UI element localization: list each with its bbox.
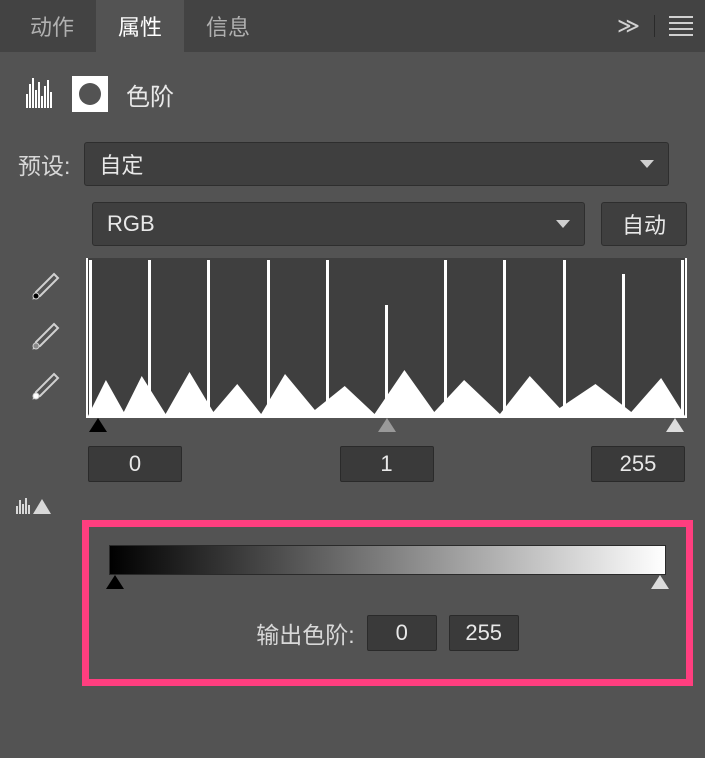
input-slider[interactable] (86, 420, 687, 436)
output-label: 输出色阶: (256, 616, 354, 650)
preset-label: 预设: (18, 147, 70, 181)
levels-icon[interactable] (18, 76, 60, 112)
output-row: 输出色阶: (109, 615, 666, 651)
white-eyedropper-icon[interactable] (26, 370, 62, 406)
tab-info[interactable]: 信息 (184, 0, 272, 56)
auto-button[interactable]: 自动 (601, 202, 687, 246)
input-values (86, 446, 687, 482)
histogram-warning-icon[interactable] (16, 492, 64, 514)
more-chevrons-icon[interactable]: ≫ (617, 13, 640, 39)
channel-row: RGB 自动 (0, 194, 705, 254)
tab-properties[interactable]: 属性 (96, 0, 184, 56)
white-point-input[interactable] (591, 446, 685, 482)
output-white-input[interactable] (449, 615, 519, 651)
output-black-input[interactable] (367, 615, 437, 651)
output-levels-highlight: 输出色阶: (82, 520, 693, 686)
histogram-wrap (86, 258, 687, 482)
layer-mask-icon[interactable] (72, 76, 108, 112)
tab-bar-right: ≫ (617, 13, 693, 39)
panel-menu-icon[interactable] (669, 16, 693, 36)
channel-value: RGB (107, 211, 155, 237)
levels-panel: 色阶 预设: 自定 RGB 自动 (0, 52, 705, 686)
white-point-handle[interactable] (666, 418, 684, 434)
tab-bar: 动作 属性 信息 ≫ (0, 0, 705, 52)
output-gradient (109, 545, 666, 575)
output-black-handle[interactable] (106, 575, 124, 591)
histogram-area (0, 254, 705, 482)
divider (654, 15, 655, 37)
black-point-input[interactable] (88, 446, 182, 482)
chevron-down-icon (556, 220, 570, 228)
chevron-down-icon (640, 160, 654, 168)
preset-select[interactable]: 自定 (84, 142, 669, 186)
black-eyedropper-icon[interactable] (26, 270, 62, 306)
preset-value: 自定 (99, 148, 143, 180)
histogram[interactable] (86, 258, 687, 418)
gamma-input[interactable] (340, 446, 434, 482)
output-white-handle[interactable] (651, 575, 669, 591)
panel-title: 色阶 (126, 77, 174, 112)
gamma-handle[interactable] (378, 418, 396, 434)
gray-eyedropper-icon[interactable] (26, 320, 62, 356)
black-point-handle[interactable] (89, 418, 107, 434)
preset-row: 预设: 自定 (0, 134, 705, 194)
output-slider[interactable] (109, 577, 666, 595)
eyedroppers (16, 258, 72, 406)
tab-actions[interactable]: 动作 (8, 0, 96, 56)
channel-select[interactable]: RGB (92, 202, 585, 246)
panel-header: 色阶 (0, 72, 705, 134)
warn-row (0, 482, 705, 514)
